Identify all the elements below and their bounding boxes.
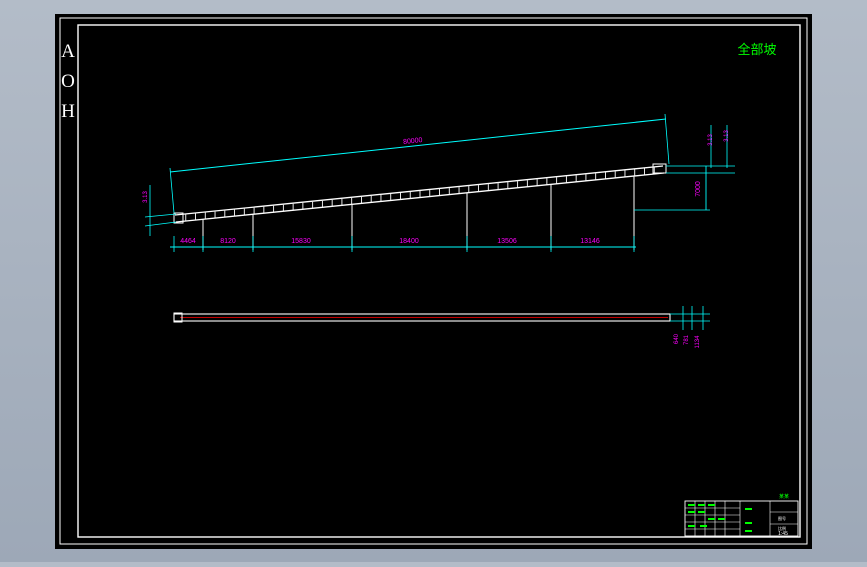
segment-label-5: 13506 [497,238,517,245]
title-block-entry [688,525,695,527]
top-small-dim-2: 3.13 [724,130,730,142]
side-letter-o: O [61,71,75,92]
segment-label-1: 4464 [180,238,196,245]
title-block-entry [708,504,715,506]
title-block-drawing-no: 图号 [778,515,786,521]
top-small-dim-1: 3.13 [708,134,714,146]
side-letter-a: A [61,41,75,62]
plan-dim-2: 781 [684,334,690,345]
title-block-name: 某某 [779,494,789,500]
title-block-entry [698,504,705,506]
cad-viewport[interactable]: A O H 全部坡 80000 3.13 3.13 7000 3.13 4464… [0,0,867,562]
title-block-entry [688,504,695,506]
title-block-entry [745,508,752,510]
title-block-entry [745,522,752,524]
title-block-entry [700,525,707,527]
title-block-entry [698,511,705,513]
plan-dim-1: 640 [674,333,680,344]
segment-label-2: 8120 [220,238,236,245]
drawing-title: 全部坡 [737,42,776,57]
segment-label-6: 13146 [580,238,600,245]
title-block-entry [688,511,695,513]
title-block-entry [708,518,715,520]
title-block-entry [718,518,725,520]
rise-label: 7000 [695,181,702,197]
title-block-entry [745,530,752,532]
left-small-dim: 3.13 [143,191,149,203]
title-block-scale-value: 1:45 [778,531,788,537]
segment-label-4: 18400 [399,238,419,245]
plan-dim-3: 1134 [695,335,701,349]
drawing-sheet [55,14,812,549]
segment-label-3: 15830 [291,238,311,245]
side-letter-h: H [61,101,75,122]
